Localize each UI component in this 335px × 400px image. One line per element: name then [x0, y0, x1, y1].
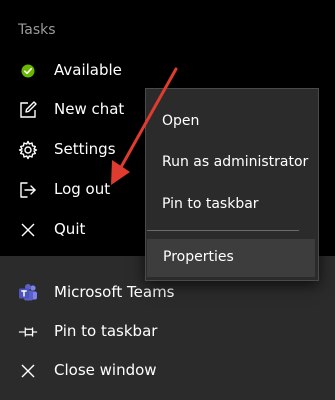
annotation-arrow-icon [111, 67, 178, 185]
window-edge [0, 318, 4, 328]
